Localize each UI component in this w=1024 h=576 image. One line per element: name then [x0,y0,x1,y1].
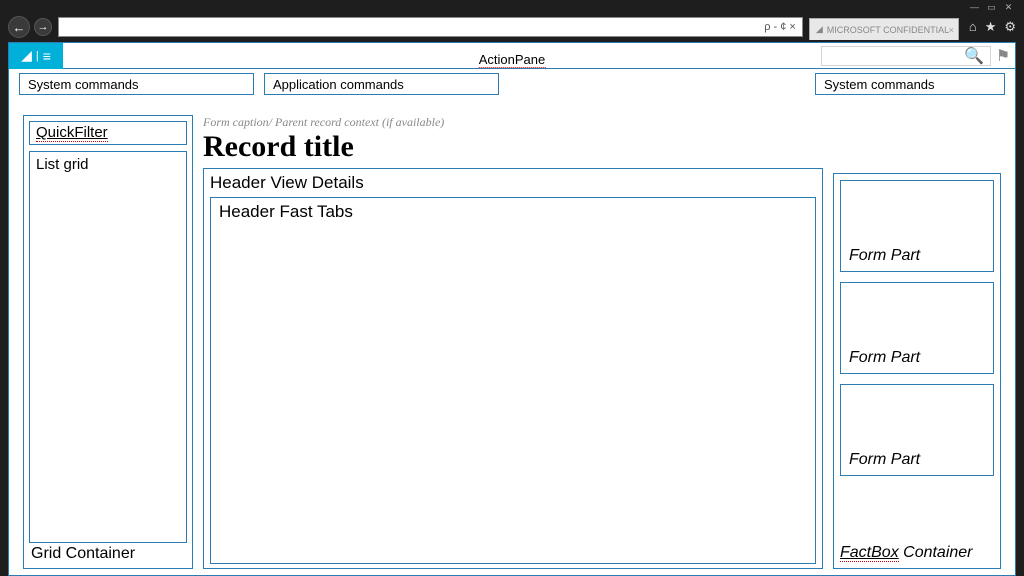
factbox-label-rest: Container [899,544,973,561]
favorites-icon[interactable]: ★ [985,19,997,35]
application-commands-label: Application commands [273,77,404,92]
header-view-details: Header View Details Header Fast Tabs [203,168,823,569]
header-fast-tabs-label: Header Fast Tabs [219,202,353,221]
window-titlebar: — ▭ ✕ [0,0,1024,14]
address-bar-controls[interactable]: ρ - ¢ × [764,21,796,33]
application-commands[interactable]: Application commands [264,73,499,95]
app-logo[interactable]: ◢ | ≡ [9,43,63,69]
form-part[interactable]: Form Part [840,282,994,374]
home-icon[interactable]: ⌂ [969,19,977,35]
window-minimize-button[interactable]: — [969,2,980,13]
quickfilter[interactable]: QuickFilter [29,121,187,145]
list-grid-label: List grid [36,156,89,173]
actionpane-row: ActionPane System commands Application c… [9,69,1015,99]
grid-container-label: Grid Container [29,543,187,563]
header-view-label: Header View Details [210,173,816,193]
window-restore-button[interactable]: ▭ [986,2,997,13]
browser-tabstrip: ◢ MICROSOFT CONFIDENTIAL × [809,14,959,40]
nav-forward-button[interactable]: → [34,18,52,36]
browser-chrome: ← → ρ - ¢ × ◢ MICROSOFT CONFIDENTIAL × ⌂… [0,14,1024,40]
factbox-label-underlined: FactBox [840,544,899,562]
nav-back-button[interactable]: ← [8,16,30,38]
search-icon: 🔍 [964,46,984,66]
content-area: QuickFilter List grid Grid Container For… [23,115,1001,569]
form-part-label: Form Part [849,247,920,265]
logo-icon: ◢ [21,47,32,64]
form-part[interactable]: Form Part [840,384,994,476]
factbox-container: Form Part Form Part Form Part FactBox Co… [833,173,1001,569]
tools-icon[interactable]: ⚙ [1004,19,1016,35]
app-search-box[interactable]: 🔍 [821,46,991,66]
system-commands-left-label: System commands [28,77,139,92]
system-commands-right[interactable]: System commands [815,73,1005,95]
header-fast-tabs[interactable]: Header Fast Tabs [210,197,816,564]
browser-toolbar-right: ⌂ ★ ⚙ [969,19,1016,35]
quickfilter-label: QuickFilter [36,124,108,142]
factbox-container-label: FactBox Container [840,542,994,562]
form-part-label: Form Part [849,349,920,367]
browser-tab[interactable]: ◢ MICROSOFT CONFIDENTIAL × [809,18,959,40]
actionpane-label: ActionPane [479,52,546,68]
form-caption: Form caption/ Parent record context (if … [203,115,823,130]
system-commands-left[interactable]: System commands [19,73,254,95]
tab-title: MICROSOFT CONFIDENTIAL [827,25,949,35]
app-frame: ◢ | ≡ 🔍 ⚑ ActionPane System commands App… [8,42,1016,576]
flag-icon[interactable]: ⚑ [991,46,1015,66]
record-title: Record title [203,132,823,162]
hamburger-icon: ≡ [43,48,51,64]
grid-container: QuickFilter List grid Grid Container [23,115,193,569]
menu-icon: | [36,50,39,62]
tab-close-icon[interactable]: × [949,25,954,35]
main-column: Form caption/ Parent record context (if … [203,115,823,569]
form-part-label: Form Part [849,451,920,469]
address-bar[interactable]: ρ - ¢ × [58,17,803,37]
form-part[interactable]: Form Part [840,180,994,272]
tab-favicon: ◢ [816,24,823,35]
system-commands-right-label: System commands [824,77,935,92]
list-grid[interactable]: List grid [29,151,187,543]
window-close-button[interactable]: ✕ [1003,2,1014,13]
